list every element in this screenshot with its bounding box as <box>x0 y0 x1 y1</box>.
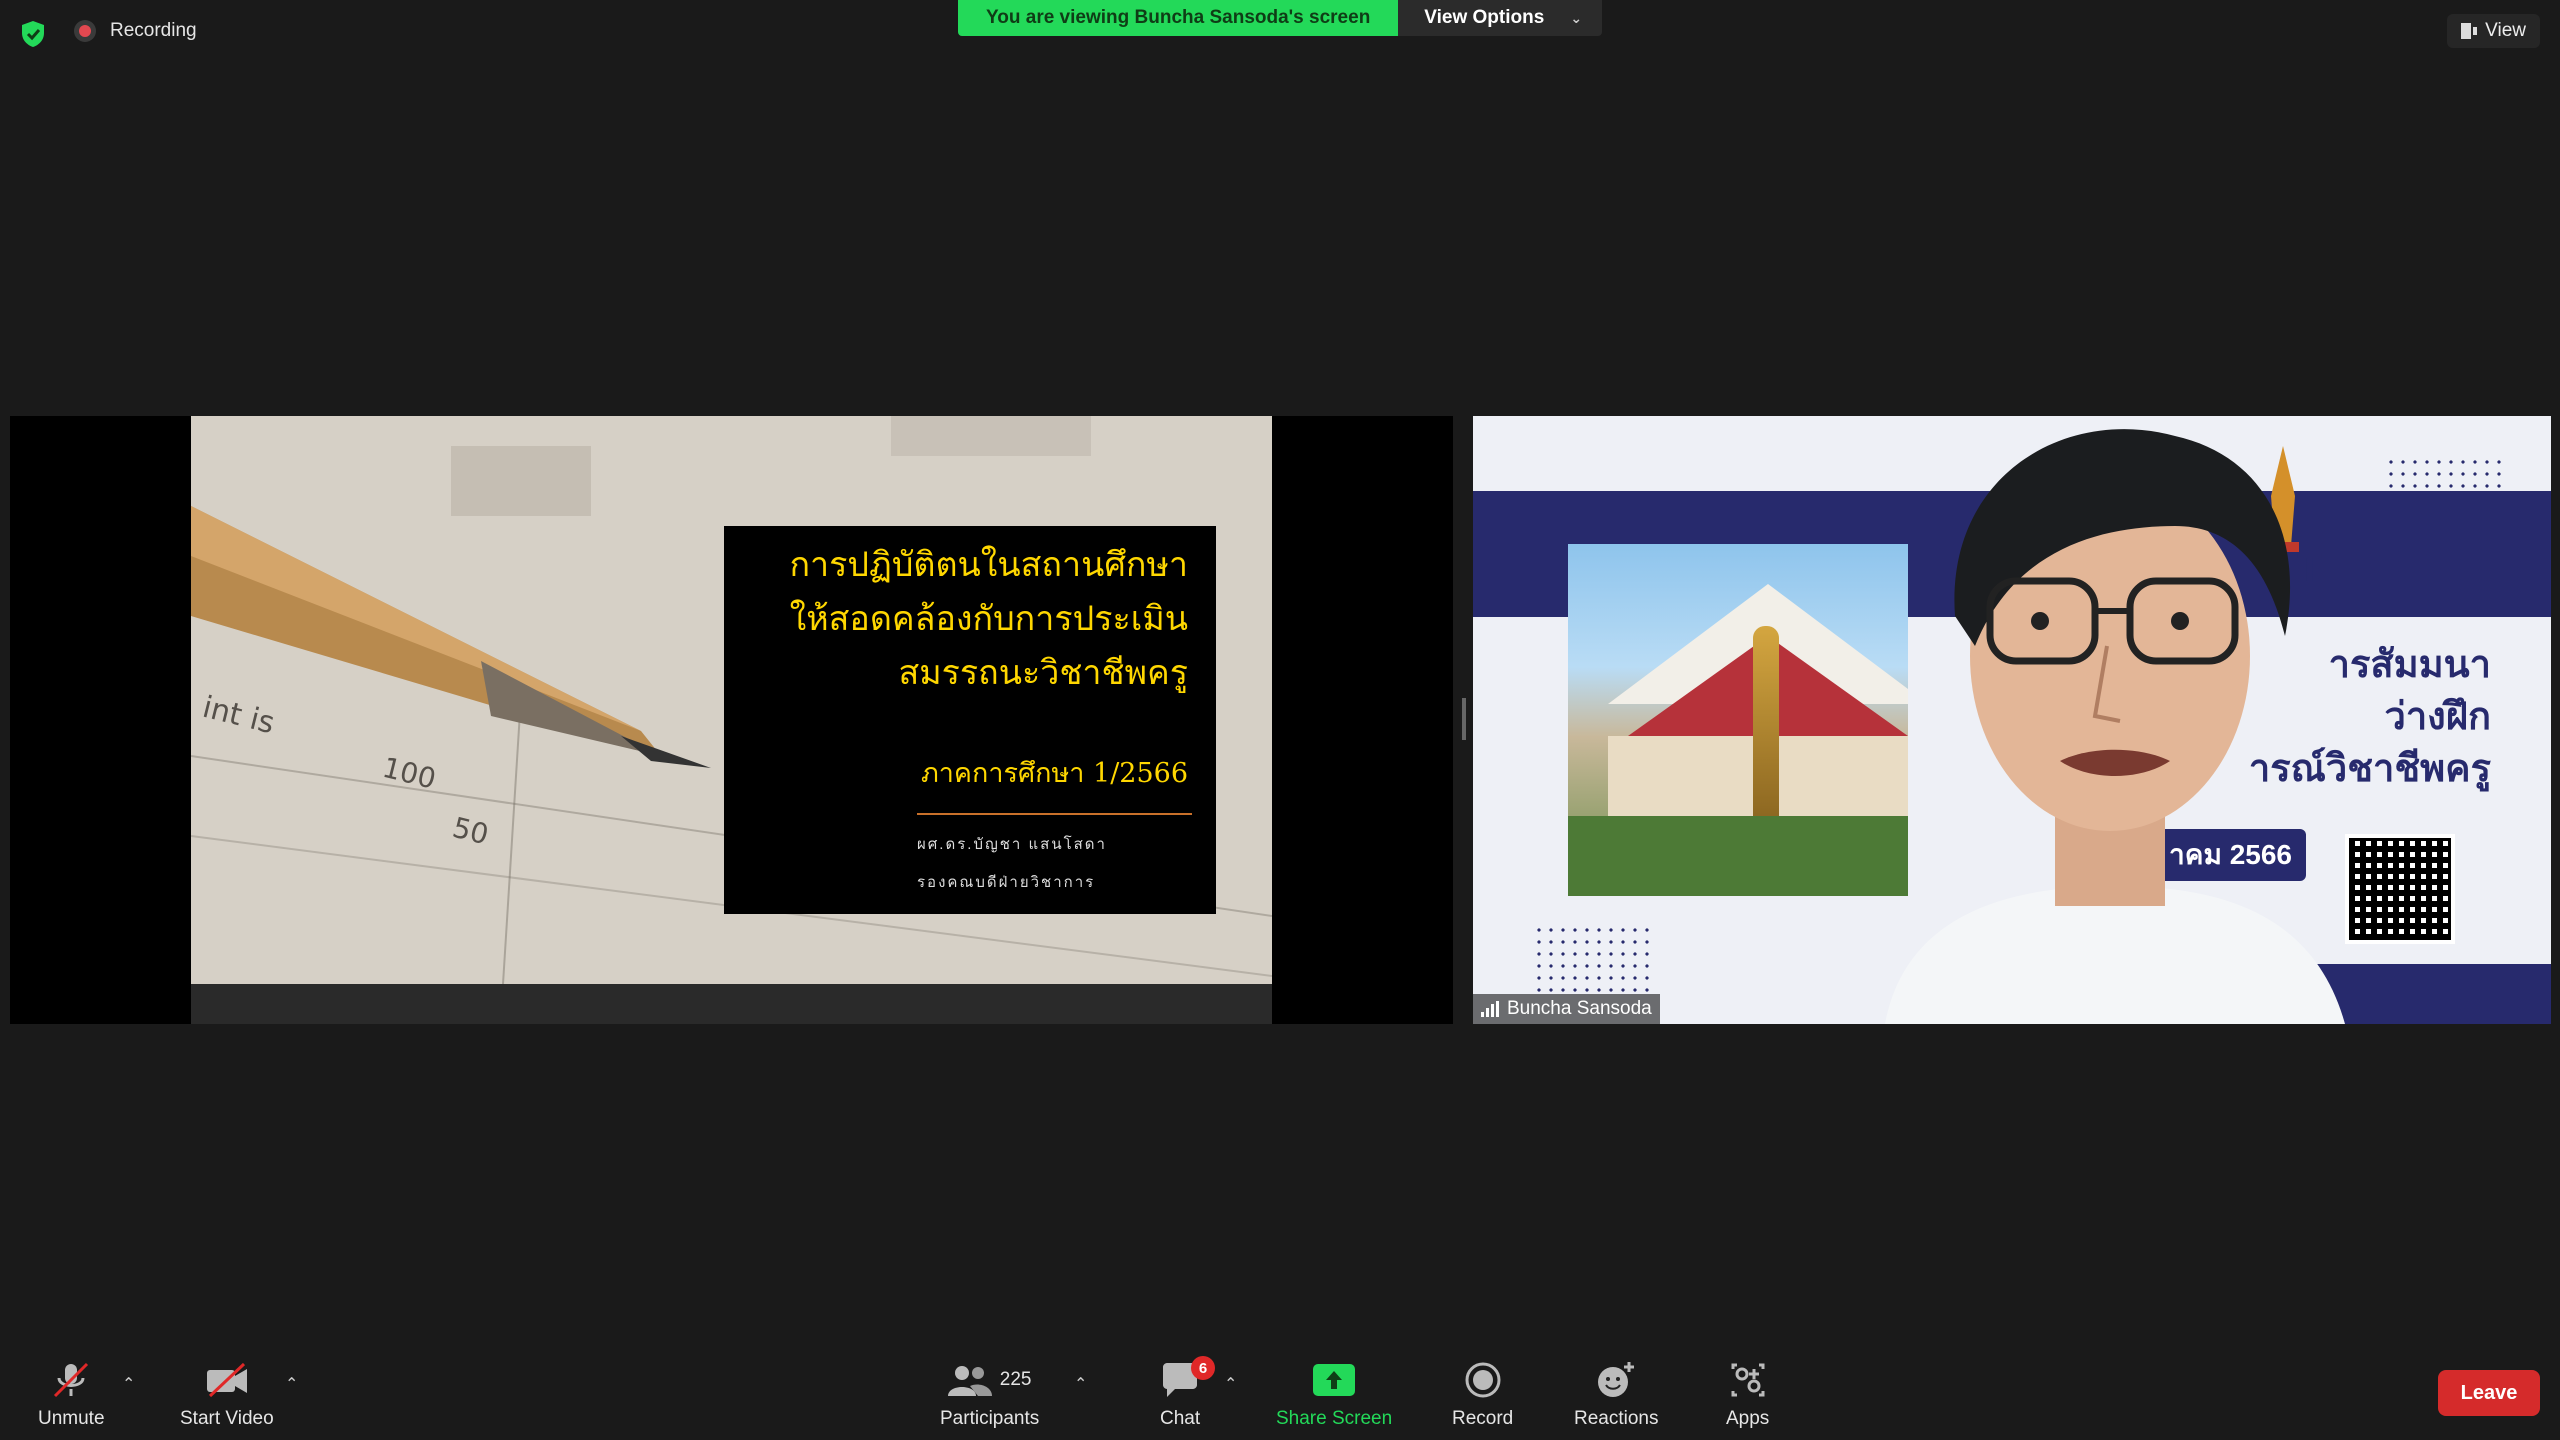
viewing-banner-text: You are viewing Buncha Sansoda's screen <box>958 0 1399 36</box>
participants-icon <box>947 1366 992 1396</box>
top-bar: Recording You are viewing Buncha Sansoda… <box>0 0 2560 66</box>
slide-author-name: ผศ.ดร.บัญชา แสนโสดา <box>917 836 1107 853</box>
share-screen-label: Share Screen <box>1276 1408 1393 1429</box>
view-options-button[interactable]: View Options ⌄ <box>1398 0 1603 36</box>
apps-label: Apps <box>1726 1408 1770 1429</box>
presentation-slide: 100 50 int is การปฏิบัติตนในสถานศึกษา ให… <box>191 416 1272 1024</box>
slide-title-line: สมรรถนะวิชาชีพครู <box>898 653 1188 693</box>
chat-label: Chat <box>1160 1408 1201 1429</box>
shared-screen-tile[interactable]: 100 50 int is การปฏิบัติตนในสถานศึกษา ให… <box>10 416 1453 1024</box>
panel-resize-handle[interactable] <box>1462 698 1466 740</box>
video-options-caret-icon[interactable]: ⌃ <box>285 1374 298 1394</box>
slide-title: การปฏิบัติตนในสถานศึกษา ให้สอดคล้องกับกา… <box>789 538 1188 700</box>
slide-title-line: การปฏิบัติตนในสถานศึกษา <box>789 545 1188 585</box>
unmute-label: Unmute <box>38 1408 105 1429</box>
participants-count: 225 <box>999 1369 1032 1390</box>
slide-author-role: รองคณบดีฝ่ายวิชาการ <box>917 874 1096 891</box>
slide-divider <box>917 813 1192 815</box>
view-label: View <box>2485 20 2526 41</box>
slide-term: ภาคการศึกษา 1/2566 <box>920 758 1188 789</box>
view-layout-icon <box>2461 23 2478 39</box>
share-screen-icon <box>1313 1362 1356 1398</box>
apps-button[interactable]: Apps <box>1726 1362 1769 1430</box>
start-video-label: Start Video <box>180 1408 274 1429</box>
reactions-label: Reactions <box>1574 1408 1659 1429</box>
apps-icon <box>1731 1362 1765 1398</box>
record-label: Record <box>1452 1408 1514 1429</box>
record-dot-icon <box>74 20 96 42</box>
participant-name-tag: Buncha Sansoda <box>1473 994 1660 1024</box>
participant-name: Buncha Sansoda <box>1507 998 1652 1019</box>
video-off-icon <box>204 1362 250 1398</box>
chat-unread-badge: 6 <box>1191 1356 1216 1380</box>
record-icon <box>1465 1362 1501 1398</box>
security-shield-icon[interactable] <box>20 20 46 48</box>
speaker-video <box>1885 429 2345 1024</box>
slide-author: ผศ.ดร.บัญชา แสนโสดา รองคณบดีฝ่ายวิชาการ <box>917 826 1107 902</box>
unmute-button[interactable]: Unmute <box>38 1362 105 1430</box>
view-options-label: View Options <box>1424 7 1545 28</box>
leave-button[interactable]: Leave <box>2438 1370 2540 1416</box>
slide-bottom-strip <box>191 984 1272 1024</box>
slide-title-line: ให้สอดคล้องกับการประเมิน <box>789 599 1188 639</box>
poster-dot-pattern <box>2385 456 2505 526</box>
record-button[interactable]: Record <box>1452 1362 1513 1430</box>
chat-button[interactable]: 6 Chat <box>1160 1356 1216 1430</box>
speaker-video-tile[interactable]: TT ารสัมมนา ว่างฝึก ารณ์วิชาชีพครู าคม 2… <box>1473 416 2551 1024</box>
building-spire <box>1753 626 1779 826</box>
start-video-button[interactable]: Start Video <box>180 1362 274 1430</box>
slide-title-box: การปฏิบัติตนในสถานศึกษา ให้สอดคล้องกับกา… <box>724 526 1216 914</box>
chevron-down-icon: ⌄ <box>1570 9 1583 26</box>
connection-signal-icon <box>1481 1001 1499 1017</box>
participants-label: Participants <box>940 1408 1040 1429</box>
recording-label: Recording <box>110 20 197 41</box>
recording-indicator[interactable]: Recording <box>74 20 197 42</box>
chat-options-caret-icon[interactable]: ⌃ <box>1224 1374 1237 1394</box>
participants-icon-row: 225 <box>947 1362 1032 1398</box>
participants-options-caret-icon[interactable]: ⌃ <box>1074 1374 1087 1394</box>
screen-share-banner: You are viewing Buncha Sansoda's screen … <box>958 0 1603 36</box>
participants-button[interactable]: 225 Participants <box>940 1362 1039 1430</box>
meeting-toolbar: Unmute ⌃ Start Video ⌃ 225 Participants … <box>0 1340 2560 1440</box>
reactions-button[interactable]: Reactions <box>1574 1362 1659 1430</box>
poster-dot-pattern <box>1533 924 1653 994</box>
chat-icon: 6 <box>1161 1356 1216 1398</box>
view-button[interactable]: View <box>2447 14 2540 48</box>
share-screen-button[interactable]: Share Screen <box>1276 1362 1392 1430</box>
audio-options-caret-icon[interactable]: ⌃ <box>122 1374 135 1394</box>
reactions-icon <box>1596 1362 1636 1398</box>
microphone-muted-icon <box>51 1362 91 1398</box>
